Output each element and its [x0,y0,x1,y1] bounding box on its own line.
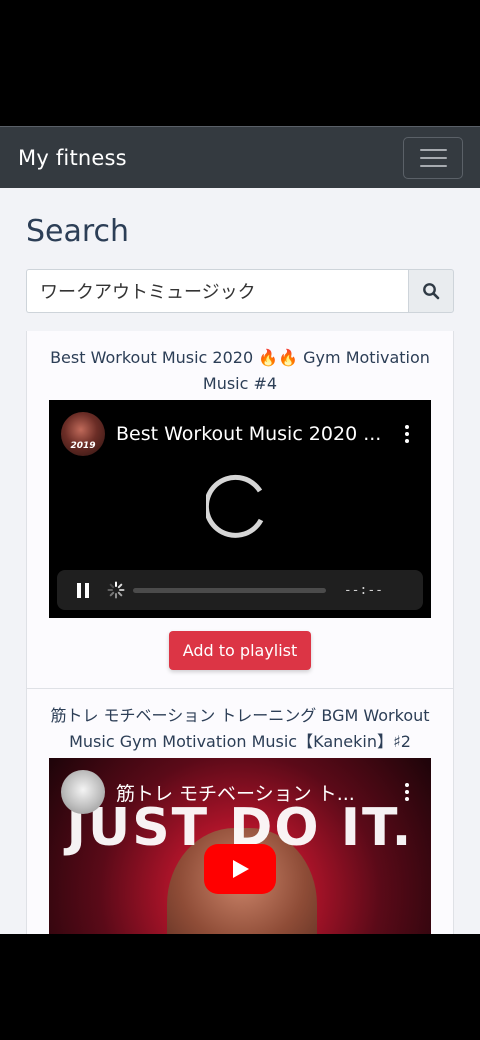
search-button[interactable] [408,269,454,313]
video-player[interactable]: 2019 Best Workout Music 2020 ... --:-- [49,400,431,618]
buffering-icon [107,581,125,599]
video-player[interactable]: JUST DO IT. 筋トレ モチベーション ト... [49,758,431,934]
navbar-brand[interactable]: My fitness [18,146,127,170]
hamburger-icon-bar [419,164,447,167]
main-content: Search Best Workout Music 2020 🔥🔥 Gym Mo… [0,214,480,934]
video-title[interactable]: Best Workout Music 2020 ... [116,423,387,445]
loading-spinner-icon [206,474,264,538]
result-title: 筋トレ モチベーション トレーニング BGM Workout Music Gym… [50,706,430,751]
video-controls: --:-- [57,570,423,610]
search-input[interactable] [26,269,408,313]
add-to-playlist-button[interactable]: Add to playlist [168,631,312,670]
progress-bar[interactable] [133,587,326,593]
play-icon [233,860,249,878]
video-header: 2019 Best Workout Music 2020 ... [61,412,417,456]
list-item: Best Workout Music 2020 🔥🔥 Gym Motivatio… [27,331,453,688]
device-screen: My fitness Search Best W [0,0,480,1040]
navbar-toggler-button[interactable] [403,136,463,179]
list-item: 筋トレ モチベーション トレーニング BGM Workout Music Gym… [27,688,453,934]
more-options-icon[interactable] [397,425,417,443]
search-group [26,269,454,313]
avatar-text: 2019 [70,441,96,451]
video-header: 筋トレ モチベーション ト... [61,770,417,814]
page-title: Search [26,214,130,249]
result-title: Best Workout Music 2020 🔥🔥 Gym Motivatio… [50,348,430,393]
video-title[interactable]: 筋トレ モチベーション ト... [116,779,387,806]
hamburger-icon-bar [419,148,447,151]
channel-avatar[interactable] [61,770,105,814]
search-icon [423,283,440,300]
results-list: Best Workout Music 2020 🔥🔥 Gym Motivatio… [26,331,454,934]
channel-avatar[interactable]: 2019 [61,412,105,456]
more-options-icon[interactable] [397,783,417,801]
hamburger-icon-bar [419,156,447,159]
app-viewport: My fitness Search Best W [0,126,480,934]
youtube-play-button[interactable] [204,844,276,894]
navbar: My fitness [0,126,480,188]
pause-icon[interactable] [77,582,89,598]
time-display: --:-- [343,582,383,598]
